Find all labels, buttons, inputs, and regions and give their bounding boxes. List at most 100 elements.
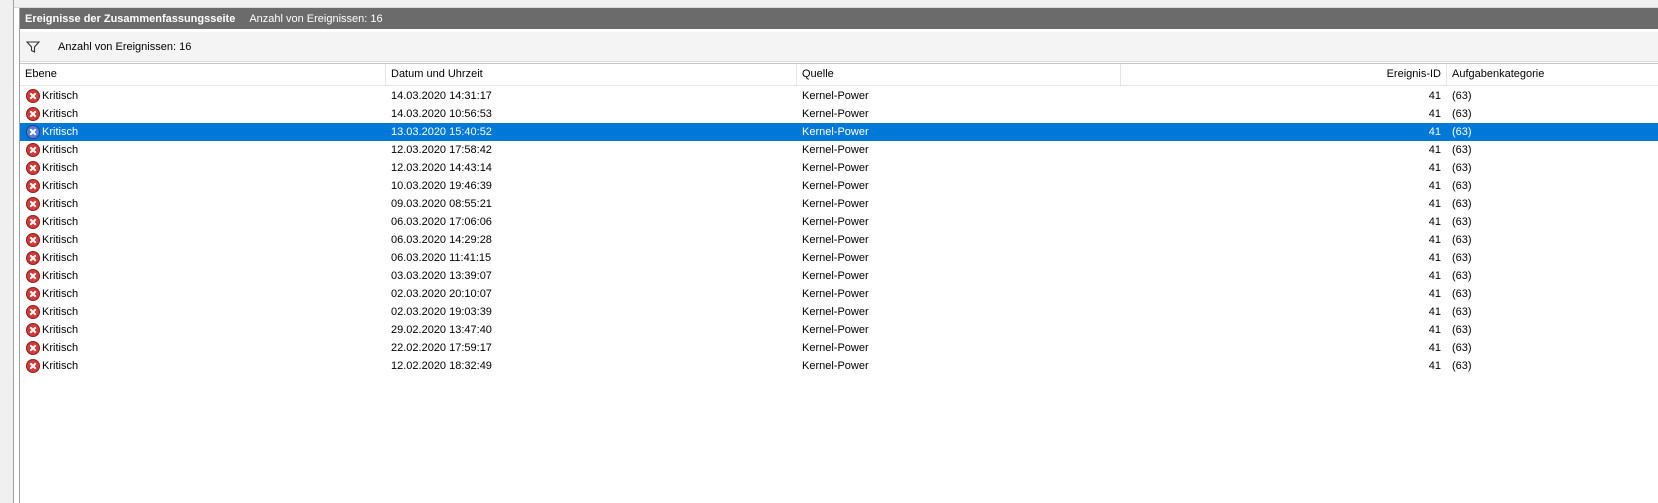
critical-error-icon — [26, 341, 40, 355]
source-cell: Kernel-Power — [802, 126, 869, 138]
table-row[interactable]: Kritisch 12.03.2020 17:58:42 Kernel-Power 4… — [20, 141, 1658, 159]
critical-error-icon — [26, 251, 40, 265]
level-text: Kritisch — [42, 198, 79, 210]
summary-events-panel: Ereignisse der Zusammenfassungsseite Anz… — [19, 8, 1658, 503]
source-cell: Kernel-Power — [802, 144, 869, 156]
table-row[interactable]: Kritisch 09.03.2020 08:55:21 Kernel-Power 4… — [20, 195, 1658, 213]
table-row[interactable]: Kritisch 03.03.2020 13:39:07 Kernel-Power 4… — [20, 267, 1658, 285]
level-cell: Kritisch — [26, 141, 381, 159]
task-category-cell: (63) — [1452, 270, 1472, 282]
level-text: Kritisch — [42, 234, 79, 246]
level-cell: Kritisch — [26, 87, 381, 105]
left-pane-edge — [0, 0, 14, 503]
table-row[interactable]: Kritisch 06.03.2020 17:06:06 Kernel-Power 4… — [20, 213, 1658, 231]
level-text: Kritisch — [42, 144, 79, 156]
level-cell: Kritisch — [26, 285, 381, 303]
task-category-cell: (63) — [1452, 180, 1472, 192]
table-row[interactable]: Kritisch 02.03.2020 20:10:07 Kernel-Power 4… — [20, 285, 1658, 303]
panel-header: Ereignisse der Zusammenfassungsseite Anz… — [20, 8, 1658, 29]
source-cell: Kernel-Power — [802, 162, 869, 174]
level-cell: Kritisch — [26, 267, 381, 285]
panel-event-count: Anzahl von Ereignissen: 16 — [249, 12, 383, 25]
column-header-source[interactable]: Quelle — [797, 64, 1121, 85]
critical-error-icon — [26, 125, 40, 139]
task-category-cell: (63) — [1452, 234, 1472, 246]
event-id-cell: 41 — [1428, 288, 1441, 300]
table-row[interactable]: Kritisch 10.03.2020 19:46:39 Kernel-Power 4… — [20, 177, 1658, 195]
source-cell: Kernel-Power — [802, 360, 869, 372]
critical-error-icon — [26, 179, 40, 193]
critical-error-icon — [26, 233, 40, 247]
top-strip — [14, 0, 1658, 8]
critical-error-icon — [26, 161, 40, 175]
datetime-cell: 03.03.2020 13:39:07 — [391, 270, 492, 282]
column-header-datetime[interactable]: Datum und Uhrzeit — [386, 64, 797, 85]
task-category-cell: (63) — [1452, 162, 1472, 174]
task-category-cell: (63) — [1452, 198, 1472, 210]
event-id-cell: 41 — [1428, 180, 1441, 192]
table-row[interactable]: Kritisch 06.03.2020 14:29:28 Kernel-Power 4… — [20, 231, 1658, 249]
source-cell: Kernel-Power — [802, 90, 869, 102]
source-cell: Kernel-Power — [802, 198, 869, 210]
critical-error-icon — [26, 269, 40, 283]
critical-error-icon — [26, 89, 40, 103]
level-cell: Kritisch — [26, 321, 381, 339]
level-cell: Kritisch — [26, 303, 381, 321]
table-row[interactable]: Kritisch 14.03.2020 10:56:53 Kernel-Power 4… — [20, 105, 1658, 123]
table-row[interactable]: Kritisch 02.03.2020 19:03:39 Kernel-Power 4… — [20, 303, 1658, 321]
critical-error-icon — [26, 305, 40, 319]
table-row[interactable]: Kritisch 22.02.2020 17:59:17 Kernel-Power 4… — [20, 339, 1658, 357]
events-table[interactable]: Ebene Datum und Uhrzeit Quelle Ereignis-… — [20, 63, 1658, 503]
level-cell: Kritisch — [26, 105, 381, 123]
datetime-cell: 12.03.2020 14:43:14 — [391, 162, 492, 174]
table-row[interactable]: Kritisch 14.03.2020 14:31:17 Kernel-Power 4… — [20, 87, 1658, 105]
event-id-cell: 41 — [1428, 198, 1441, 210]
level-text: Kritisch — [42, 126, 79, 138]
table-row[interactable]: Kritisch 12.03.2020 14:43:14 Kernel-Power 4… — [20, 159, 1658, 177]
event-id-cell: 41 — [1428, 90, 1441, 102]
datetime-cell: 02.03.2020 19:03:39 — [391, 306, 492, 318]
event-id-cell: 41 — [1428, 126, 1441, 138]
table-row[interactable]: Kritisch 06.03.2020 11:41:15 Kernel-Power 4… — [20, 249, 1658, 267]
level-text: Kritisch — [42, 108, 79, 120]
source-cell: Kernel-Power — [802, 270, 869, 282]
event-id-cell: 41 — [1428, 216, 1441, 228]
level-text: Kritisch — [42, 288, 79, 300]
level-cell: Kritisch — [26, 357, 381, 375]
source-cell: Kernel-Power — [802, 234, 869, 246]
level-cell: Kritisch — [26, 339, 381, 357]
datetime-cell: 02.03.2020 20:10:07 — [391, 288, 492, 300]
level-text: Kritisch — [42, 180, 79, 192]
task-category-cell: (63) — [1452, 342, 1472, 354]
level-text: Kritisch — [42, 306, 79, 318]
level-cell: Kritisch — [26, 177, 381, 195]
column-header-level[interactable]: Ebene — [20, 64, 386, 85]
datetime-cell: 12.03.2020 17:58:42 — [391, 144, 492, 156]
critical-error-icon — [26, 323, 40, 337]
source-cell: Kernel-Power — [802, 342, 869, 354]
filter-event-count: Anzahl von Ereignissen: 16 — [58, 40, 192, 53]
level-cell: Kritisch — [26, 249, 381, 267]
level-text: Kritisch — [42, 324, 79, 336]
column-header-event-id[interactable]: Ereignis-ID — [1121, 64, 1447, 85]
critical-error-icon — [26, 359, 40, 373]
event-id-cell: 41 — [1428, 108, 1441, 120]
critical-error-icon — [26, 215, 40, 229]
datetime-cell: 14.03.2020 10:56:53 — [391, 108, 492, 120]
level-text: Kritisch — [42, 216, 79, 228]
event-id-cell: 41 — [1428, 342, 1441, 354]
datetime-cell: 22.02.2020 17:59:17 — [391, 342, 492, 354]
task-category-cell: (63) — [1452, 216, 1472, 228]
column-header-task-category[interactable]: Aufgabenkategorie — [1447, 64, 1658, 85]
table-row[interactable]: Kritisch 13.03.2020 15:40:52 Kernel-Power 4… — [20, 123, 1658, 141]
event-id-cell: 41 — [1428, 162, 1441, 174]
task-category-cell: (63) — [1452, 360, 1472, 372]
table-header: Ebene Datum und Uhrzeit Quelle Ereignis-… — [20, 64, 1658, 86]
level-text: Kritisch — [42, 90, 79, 102]
datetime-cell: 10.03.2020 19:46:39 — [391, 180, 492, 192]
table-row[interactable]: Kritisch 29.02.2020 13:47:40 Kernel-Power 4… — [20, 321, 1658, 339]
filter-icon[interactable] — [26, 40, 40, 53]
datetime-cell: 14.03.2020 14:31:17 — [391, 90, 492, 102]
task-category-cell: (63) — [1452, 126, 1472, 138]
table-row[interactable]: Kritisch 12.02.2020 18:32:49 Kernel-Power 4… — [20, 357, 1658, 375]
